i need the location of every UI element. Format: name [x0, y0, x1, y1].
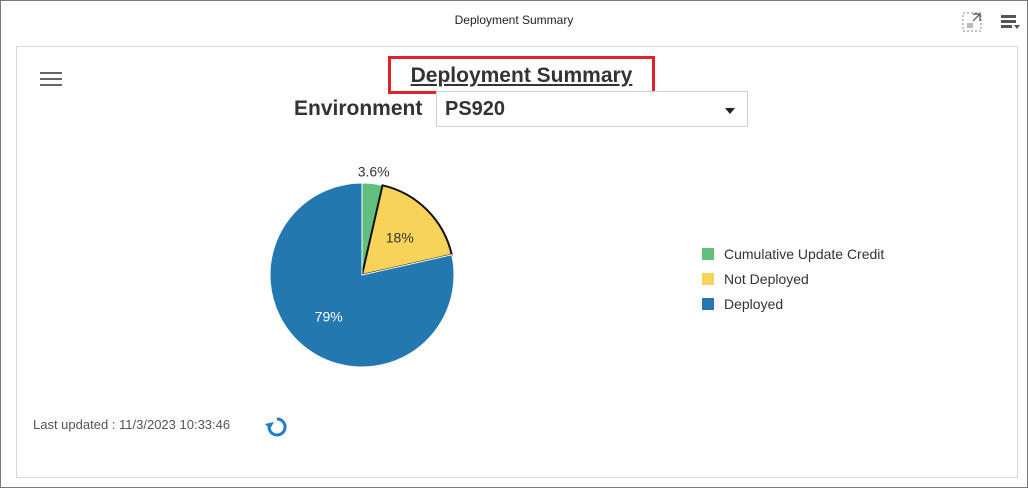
- legend-label: Deployed: [724, 295, 784, 312]
- expand-icon[interactable]: [961, 11, 983, 33]
- last-updated-text: Last updated : 11/3/2023 10:33:46: [33, 417, 231, 432]
- title-bar: Deployment Summary: [1, 1, 1027, 39]
- legend-swatch: [702, 297, 714, 310]
- options-menu-icon[interactable]: [999, 11, 1021, 33]
- legend-item-cumulative-update-credit[interactable]: Cumulative Update Credit: [702, 241, 884, 266]
- data-label-deployed: 79%: [315, 309, 343, 325]
- pie-chart: 3.6% 18% 79%: [269, 164, 455, 368]
- legend-label: Cumulative Update Credit: [724, 245, 885, 262]
- chart-legend: Cumulative Update Credit Not Deployed Depl…: [702, 241, 884, 316]
- chevron-down-icon: [725, 108, 735, 114]
- legend-item-deployed[interactable]: Deployed: [702, 291, 884, 316]
- legend-label: Not Deployed: [724, 270, 809, 287]
- data-label-cumulative-update-credit: 3.6%: [358, 164, 390, 180]
- refresh-icon[interactable]: [264, 414, 290, 440]
- chart-title: Deployment Summary: [410, 64, 633, 87]
- environment-select[interactable]: PS920: [436, 91, 748, 127]
- legend-item-not-deployed[interactable]: Not Deployed: [702, 266, 884, 291]
- window-title: Deployment Summary: [454, 13, 574, 27]
- hamburger-menu-icon[interactable]: [40, 72, 62, 88]
- legend-swatch: [702, 247, 714, 260]
- legend-swatch: [702, 272, 714, 285]
- environment-label: Environment: [294, 97, 423, 120]
- data-label-not-deployed: 18%: [386, 229, 414, 245]
- environment-value: PS920: [445, 98, 506, 120]
